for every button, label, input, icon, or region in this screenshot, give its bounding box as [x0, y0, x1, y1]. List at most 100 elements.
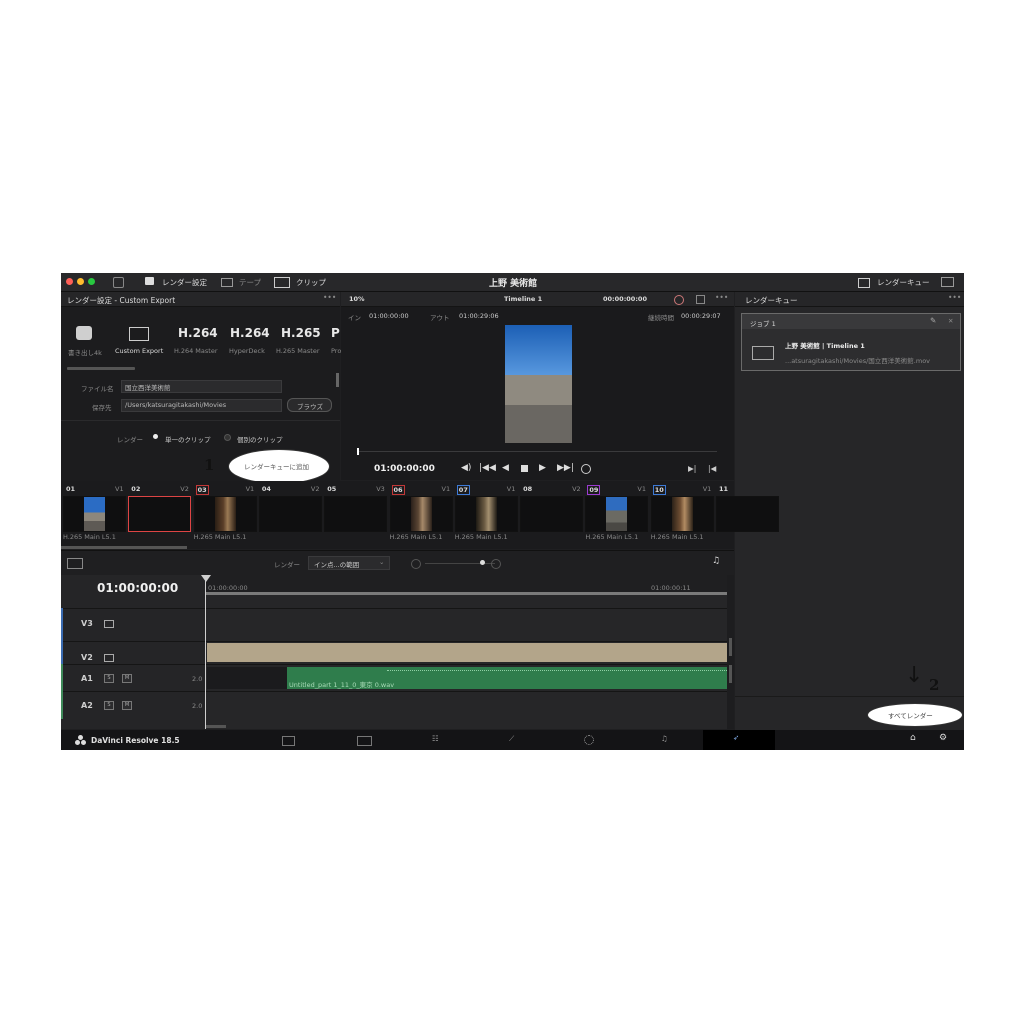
clip-image — [84, 497, 105, 531]
add-to-queue-button[interactable]: レンダーキューに追加 — [244, 461, 309, 471]
zoom-slider-handle[interactable] — [480, 560, 485, 565]
mark-out-icon[interactable]: |◀ — [708, 464, 716, 473]
minimize-window-button[interactable] — [77, 278, 84, 285]
home-icon[interactable]: ⌂ — [910, 733, 916, 743]
a1-mute-button[interactable]: M — [122, 674, 132, 683]
location-value: /Users/katsuragitakashi/Movies — [125, 401, 227, 409]
tape-icon[interactable] — [221, 278, 233, 287]
stop-icon[interactable] — [521, 465, 528, 472]
chevron-down-icon[interactable] — [113, 277, 124, 288]
track-v2-film-icon[interactable] — [104, 654, 114, 662]
render-settings-icon[interactable] — [145, 277, 154, 285]
timeline-view-icon[interactable] — [67, 558, 83, 569]
loop-icon[interactable] — [581, 464, 591, 474]
render-range-select[interactable]: イン点...の範囲 ⌄ — [308, 556, 390, 570]
preset-big-4[interactable]: H.265 — [281, 326, 321, 340]
timeline-hscroll-thumb[interactable] — [206, 725, 226, 728]
fusion-page-icon[interactable]: ⟋ — [509, 734, 514, 744]
skip-forward-icon[interactable]: ▶▶| — [557, 463, 574, 473]
preset-big-3[interactable]: H.264 — [230, 326, 270, 340]
film-strip-icon[interactable] — [129, 327, 149, 341]
location-field[interactable]: /Users/katsuragitakashi/Movies — [121, 399, 282, 412]
timeline-playhead[interactable] — [205, 575, 206, 729]
more-options-icon[interactable]: ••• — [323, 293, 336, 302]
render-job-card[interactable]: ジョブ 1 ✎ ✕ 上野 美術館 | Timeline 1 ...atsurag… — [741, 313, 961, 371]
color-page-icon[interactable] — [584, 735, 594, 745]
presets-scrollbar[interactable] — [67, 367, 135, 370]
zoom-in-icon[interactable] — [491, 559, 501, 569]
clip-thumbnail[interactable] — [193, 496, 257, 532]
preset-label-1[interactable]: Custom Export — [115, 347, 163, 355]
clip-thumbnail[interactable] — [128, 496, 192, 532]
clip-thumbnail[interactable] — [716, 496, 779, 532]
color-wheel-icon[interactable] — [674, 295, 684, 305]
a2-solo-button[interactable]: S — [104, 701, 114, 710]
clip-thumbnail[interactable] — [324, 496, 388, 532]
scrub-playhead[interactable] — [357, 448, 359, 455]
fullscreen-icon[interactable] — [941, 277, 954, 287]
fairlight-page-icon[interactable]: ♫ — [661, 734, 668, 743]
a2-mute-button[interactable]: M — [122, 701, 132, 710]
filename-field[interactable]: 国立西洋美術館 — [121, 380, 282, 393]
timeline-name[interactable]: Timeline 1 — [504, 295, 542, 303]
clip-thumbnail[interactable] — [585, 496, 649, 532]
playhead-handle-icon[interactable] — [201, 575, 211, 582]
clip-thumbnail[interactable] — [258, 496, 322, 532]
deliver-page-tab[interactable]: ➶ — [703, 730, 775, 750]
media-page-icon[interactable] — [282, 736, 295, 746]
preset-people-icon[interactable] — [76, 326, 92, 340]
clip-strip-scrollbar[interactable] — [61, 546, 187, 549]
menu-render-settings[interactable]: レンダー設定 — [162, 277, 207, 288]
preset-label-5[interactable]: Pro — [331, 347, 341, 355]
skip-back-icon[interactable]: |◀◀ — [479, 463, 496, 473]
zoom-out-icon[interactable] — [411, 559, 421, 569]
clip-thumbnail[interactable] — [520, 496, 584, 532]
preset-label-0[interactable]: 書き出し4k — [68, 347, 102, 357]
mark-in-icon[interactable]: ▶| — [688, 464, 696, 473]
clip-thumbnail[interactable] — [454, 496, 518, 532]
preset-label-2[interactable]: H.264 Master — [174, 347, 218, 355]
clip-thumbnail[interactable] — [389, 496, 453, 532]
single-clip-radio[interactable] — [153, 434, 158, 439]
close-job-icon[interactable]: ✕ — [948, 317, 953, 325]
render-queue-toggle-icon[interactable] — [858, 278, 870, 288]
viewer-more-icon[interactable]: ••• — [715, 293, 728, 302]
v2-video-clip[interactable] — [207, 643, 727, 662]
timeline-vscroll-thumb[interactable] — [729, 638, 732, 656]
audio-music-icon[interactable]: ♫ — [712, 556, 720, 566]
edit-page-icon[interactable]: ☷ — [432, 734, 439, 743]
timeline-vscroll-thumb[interactable] — [729, 665, 732, 683]
multi-clip-radio[interactable] — [224, 434, 231, 441]
clip-thumbnail[interactable] — [63, 496, 126, 532]
expand-icon[interactable] — [696, 295, 705, 304]
volume-icon[interactable]: ◀) — [461, 463, 471, 473]
browse-button[interactable]: ブラウズ — [287, 398, 332, 412]
multi-clip-label[interactable]: 個別のクリップ — [237, 434, 283, 444]
settings-gear-icon[interactable]: ⚙ — [939, 733, 947, 743]
a1-solo-button[interactable]: S — [104, 674, 114, 683]
settings-scrollbar[interactable] — [336, 373, 339, 387]
a1-audio-clip[interactable]: Untitled_part 1_11_0_東京 0.wav — [287, 667, 727, 689]
cut-page-icon[interactable] — [357, 736, 372, 746]
maximize-window-button[interactable] — [88, 278, 95, 285]
single-clip-label[interactable]: 単一のクリップ — [165, 434, 211, 444]
clip-thumbnail[interactable] — [650, 496, 714, 532]
play-reverse-icon[interactable]: ◀ — [502, 463, 509, 473]
clip-icon[interactable] — [274, 277, 290, 288]
preset-big-5[interactable]: P — [331, 326, 340, 340]
play-icon[interactable]: ▶ — [539, 463, 546, 473]
preset-label-3[interactable]: HyperDeck — [229, 347, 265, 355]
track-v3-film-icon[interactable] — [104, 620, 114, 628]
render-all-button[interactable]: すべてレンダー — [888, 710, 933, 720]
menu-render-queue[interactable]: レンダーキュー — [877, 277, 930, 288]
menu-tape[interactable]: テープ — [239, 277, 261, 288]
viewer-timecode[interactable]: 00:00:00:00 — [603, 295, 647, 303]
zoom-level[interactable]: 10% — [349, 295, 365, 303]
menu-clip[interactable]: クリップ — [296, 277, 326, 288]
close-window-button[interactable] — [66, 278, 73, 285]
preset-big-2[interactable]: H.264 — [178, 326, 218, 340]
viewer-scrub-bar[interactable] — [357, 451, 717, 452]
queue-more-icon[interactable]: ••• — [948, 293, 961, 302]
preset-label-4[interactable]: H.265 Master — [276, 347, 320, 355]
edit-job-icon[interactable]: ✎ — [930, 316, 936, 325]
